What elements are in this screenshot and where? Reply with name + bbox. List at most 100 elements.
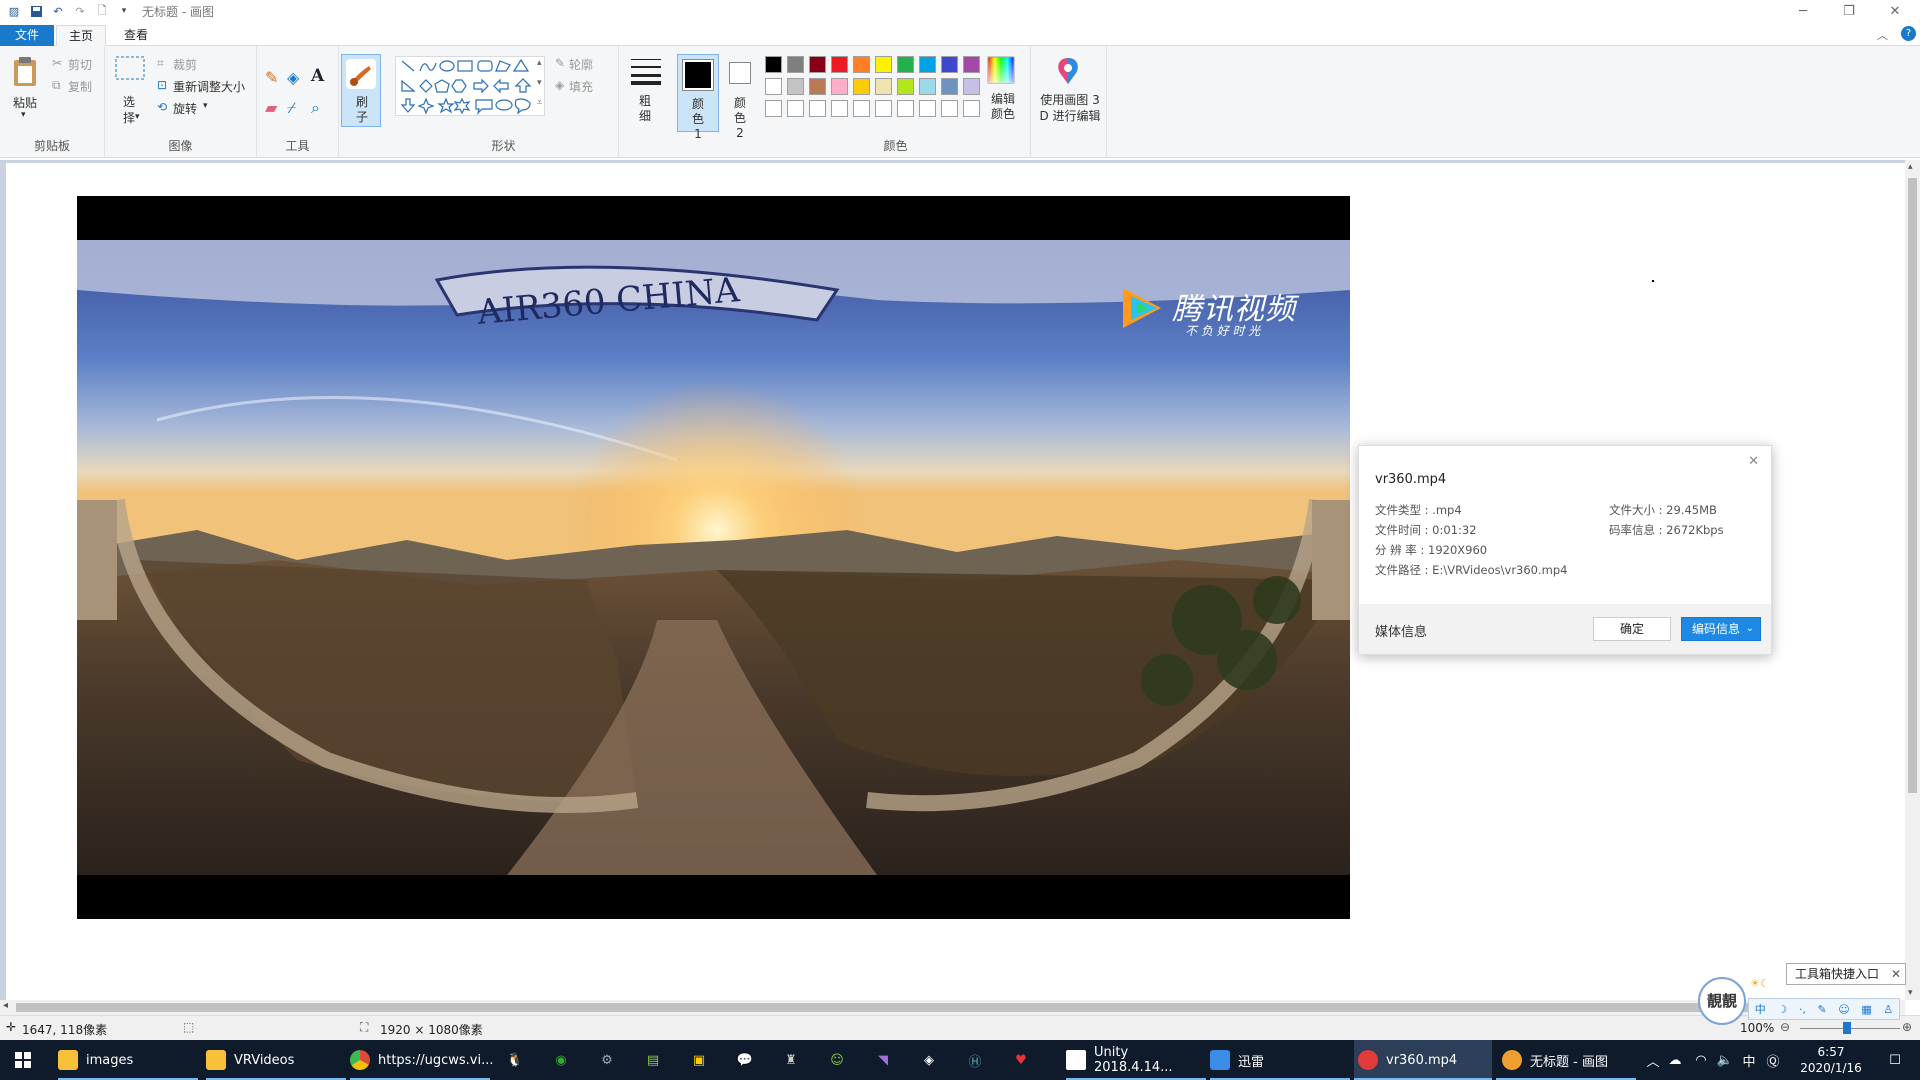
horizontal-scroll-thumb[interactable]	[16, 1003, 1886, 1012]
android-icon[interactable]: ☺	[822, 1040, 852, 1080]
save-icon[interactable]	[28, 4, 44, 18]
visual-studio-icon[interactable]: ◥	[868, 1040, 898, 1080]
palette-swatch[interactable]	[875, 78, 892, 95]
vertical-scrollbar[interactable]: ▴ ▾	[1905, 160, 1920, 1000]
toolbox-label-box[interactable]: 工具箱快捷入口 ✕	[1786, 963, 1906, 985]
palette-swatch[interactable]	[787, 56, 804, 73]
color2-swatch[interactable]	[729, 62, 751, 84]
vertical-scroll-thumb[interactable]	[1908, 178, 1917, 793]
onedrive-icon[interactable]: ☁	[1664, 1040, 1686, 1080]
scroll-left-icon[interactable]: ◂	[3, 1000, 8, 1011]
toolbox-close-icon[interactable]: ✕	[1891, 964, 1901, 984]
text-tool-icon[interactable]: A	[311, 66, 324, 86]
palette-swatch[interactable]	[897, 56, 914, 73]
shapes-gallery[interactable]	[395, 56, 545, 116]
palette-swatch[interactable]	[809, 100, 826, 117]
paint3d-button[interactable]: 使用画图 3 D 进行编辑	[1037, 92, 1103, 124]
paint3d-icon[interactable]	[1053, 56, 1083, 86]
collapse-ribbon-icon[interactable]: ︿	[1877, 27, 1888, 43]
close-button[interactable]: ✕	[1872, 0, 1918, 22]
shapes-expand-icon[interactable]: ⩡	[537, 98, 542, 108]
ime-toolbar[interactable]: 中 ☽ ·, ✎ ☺ ▦ ♙	[1748, 998, 1900, 1020]
size-icon[interactable]	[629, 56, 663, 86]
ime-user-icon[interactable]: ♙	[1883, 1003, 1893, 1016]
select-dropdown-icon[interactable]: ▾	[135, 112, 140, 122]
unity-hub-icon[interactable]: ◈	[914, 1040, 944, 1080]
color1-button[interactable]: 颜色 1	[677, 54, 719, 141]
tool-icon[interactable]: ♜	[776, 1040, 806, 1080]
dialog-close-icon[interactable]: ✕	[1748, 454, 1759, 469]
redo-icon[interactable]: ↷	[72, 4, 88, 18]
outline-button[interactable]: 轮廓	[569, 56, 593, 73]
notepad-icon[interactable]: ▤	[638, 1040, 668, 1080]
clock[interactable]: 6:57 2020/1/16	[1786, 1040, 1876, 1080]
edit-colors-icon[interactable]	[987, 56, 1015, 84]
palette-swatch[interactable]	[831, 78, 848, 95]
help-icon[interactable]: ?	[1901, 26, 1916, 41]
copy-button[interactable]: 复制	[68, 78, 92, 95]
palette-swatch[interactable]	[765, 56, 782, 73]
crop-button[interactable]: 裁剪	[173, 56, 197, 73]
palette-swatch[interactable]	[853, 78, 870, 95]
ime-emoji-icon[interactable]: ☺	[1838, 1003, 1849, 1016]
new-file-icon[interactable]: 🗋	[94, 4, 110, 18]
notification-icon[interactable]: ☐	[1880, 1040, 1910, 1080]
shapes-scroll-up-icon[interactable]: ▴	[537, 58, 542, 68]
palette-swatch[interactable]	[875, 100, 892, 117]
taskbar-item-vr360[interactable]: vr360.mp4	[1354, 1040, 1492, 1080]
undo-icon[interactable]: ↶	[50, 4, 66, 18]
rotate-button[interactable]: 旋转	[173, 100, 197, 117]
magnifier-icon[interactable]: ⌕	[311, 98, 320, 118]
palette-swatch[interactable]	[787, 100, 804, 117]
palette-swatch[interactable]	[897, 78, 914, 95]
ime-tool-icon[interactable]: ✎	[1817, 1003, 1826, 1016]
ime-moon-icon[interactable]: ☽	[1777, 1003, 1787, 1016]
start-button[interactable]	[0, 1040, 46, 1080]
paste-dropdown-icon[interactable]: ▾	[21, 110, 26, 120]
select-icon[interactable]	[115, 56, 145, 82]
pencil-icon[interactable]: ✎	[265, 68, 278, 87]
minimize-button[interactable]: ─	[1780, 0, 1826, 22]
avatar[interactable]: 靚靚	[1698, 977, 1746, 1025]
fill-bucket-icon[interactable]: ◈	[287, 68, 299, 87]
ime-punct-icon[interactable]: ·,	[1799, 1003, 1806, 1016]
palette-swatch[interactable]	[809, 78, 826, 95]
taskbar-item-xunlei[interactable]: 迅雷	[1210, 1040, 1350, 1080]
html-editor-icon[interactable]: Ⓗ	[960, 1040, 990, 1080]
palette-swatch[interactable]	[897, 100, 914, 117]
palette-swatch[interactable]	[963, 56, 980, 73]
eraser-icon[interactable]: ▰	[265, 98, 277, 117]
taskbar-item-chrome[interactable]: https://ugcws.vi...	[350, 1040, 493, 1080]
palette-swatch[interactable]	[853, 56, 870, 73]
tab-file[interactable]: 文件	[0, 25, 54, 46]
palette-swatch[interactable]	[941, 56, 958, 73]
color-picker-icon[interactable]: ⌿	[287, 98, 297, 118]
network-icon[interactable]: ◠	[1690, 1040, 1712, 1080]
ime-chinese-icon[interactable]: 中	[1755, 1001, 1766, 1017]
color2-button[interactable]: 颜色 2	[733, 96, 747, 141]
heart-app-icon[interactable]: ♥	[1006, 1040, 1036, 1080]
edit-colors-button[interactable]: 编辑颜色	[991, 92, 1017, 122]
tab-home[interactable]: 主页	[56, 25, 107, 47]
palette-swatch[interactable]	[787, 78, 804, 95]
palette-swatch[interactable]	[963, 78, 980, 95]
volume-icon[interactable]: 🔈	[1714, 1040, 1736, 1080]
ok-button[interactable]: 确定	[1593, 617, 1671, 641]
paint-app-icon[interactable]: ▨	[6, 4, 22, 18]
palette-swatch[interactable]	[765, 78, 782, 95]
palette-swatch[interactable]	[941, 78, 958, 95]
palette-swatch[interactable]	[831, 100, 848, 117]
tab-view[interactable]: 查看	[112, 25, 160, 46]
taskbar-item-paint[interactable]: 无标题 - 画图	[1496, 1040, 1636, 1080]
cut-button[interactable]: 剪切	[68, 56, 92, 73]
ime-indicator[interactable]: 中	[1738, 1040, 1760, 1080]
ime-grid-icon[interactable]: ▦	[1861, 1003, 1871, 1016]
resize-button[interactable]: 重新调整大小	[173, 78, 245, 95]
quick-access-dropdown-icon[interactable]: ▾	[116, 4, 132, 18]
qq-icon[interactable]: 🐧	[500, 1040, 530, 1080]
scroll-down-icon[interactable]: ▾	[1908, 988, 1913, 998]
palette-swatch[interactable]	[853, 100, 870, 117]
taskbar-item-images[interactable]: images	[58, 1040, 198, 1080]
size-button[interactable]: 粗细	[639, 94, 653, 124]
scroll-up-icon[interactable]: ▴	[1908, 162, 1913, 172]
